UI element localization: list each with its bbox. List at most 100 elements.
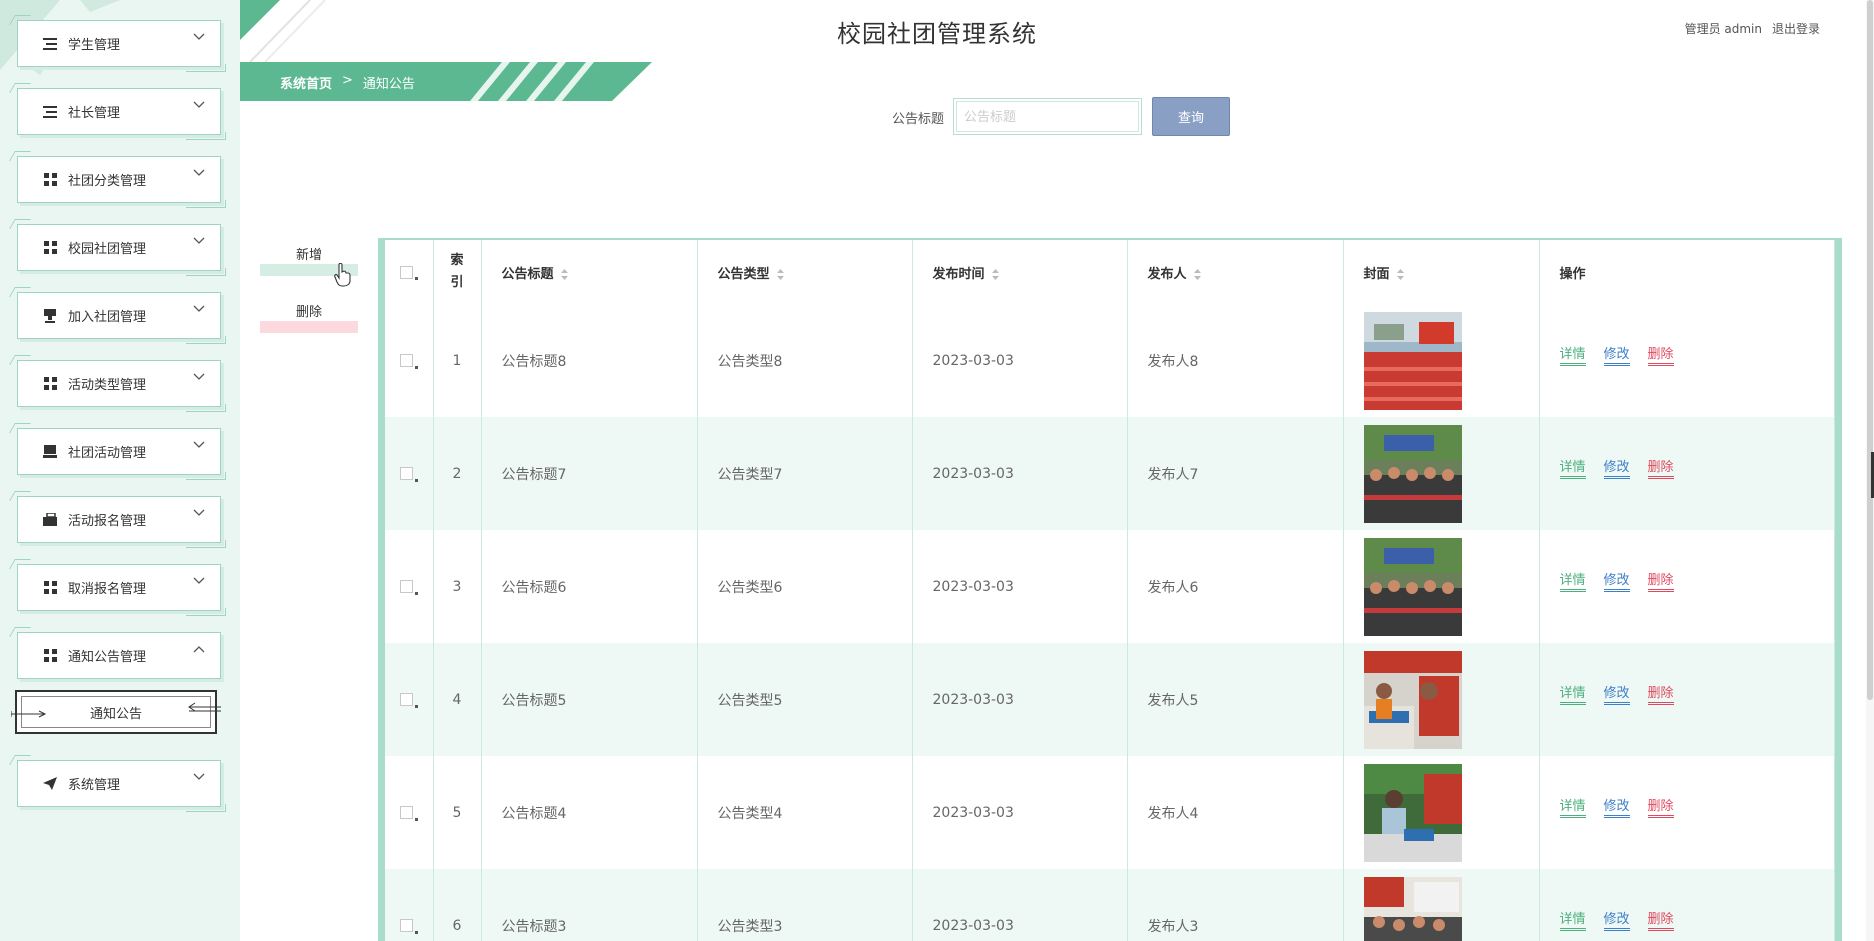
row-title: 公告标题3 — [481, 869, 698, 941]
delete-link[interactable]: 删除 — [1647, 795, 1674, 818]
table-row: 3 公告标题6 公告类型6 2023-03-03 发布人6 详情 修改 删除 — [385, 530, 1835, 643]
cover-image[interactable] — [1363, 537, 1462, 636]
sort-icon[interactable] — [560, 268, 569, 281]
menu-corner — [9, 627, 31, 637]
row-checkbox[interactable] — [399, 806, 413, 819]
row-index: 1 — [433, 304, 482, 417]
edit-link[interactable]: 修改 — [1603, 343, 1630, 366]
row-title: 公告标题4 — [481, 756, 698, 869]
sort-icon[interactable] — [1396, 268, 1405, 281]
detail-link[interactable]: 详情 — [1559, 908, 1586, 931]
row-type: 公告类型6 — [697, 530, 913, 643]
select-all-cell — [385, 240, 434, 304]
sort-icon[interactable] — [1193, 268, 1202, 281]
column-header-time[interactable]: 发布时间 — [912, 240, 1128, 304]
detail-link[interactable]: 详情 — [1559, 795, 1586, 818]
row-checkbox[interactable] — [399, 693, 413, 706]
sidebar-item-club-categories[interactable]: 社团分类管理 — [9, 151, 226, 208]
menu-corner — [186, 804, 226, 812]
sidebar-item-campus-clubs[interactable]: 校园社团管理 — [9, 219, 226, 276]
edit-link[interactable]: 修改 — [1603, 456, 1630, 479]
query-button[interactable]: 查询 — [1152, 97, 1230, 136]
menu-corner — [186, 608, 226, 616]
column-header-cover[interactable]: 封面 — [1343, 240, 1540, 304]
column-header-title[interactable]: 公告标题 — [481, 240, 698, 304]
scrollbar-thumb[interactable] — [1867, 0, 1873, 700]
row-cover-cell — [1343, 304, 1540, 417]
detail-link[interactable]: 详情 — [1559, 343, 1586, 366]
menu-corner — [186, 540, 226, 548]
sidebar-item-activity-types[interactable]: 活动类型管理 — [9, 355, 226, 412]
breadcrumb-home[interactable]: 系统首页 — [280, 73, 332, 92]
logout-link[interactable]: 退出登录 — [1772, 20, 1820, 37]
cover-image[interactable] — [1363, 424, 1462, 523]
row-type: 公告类型5 — [697, 643, 913, 756]
sidebar-subitem-notice[interactable]: 通知公告 — [11, 690, 221, 734]
row-cover-cell — [1343, 417, 1540, 530]
delete-link[interactable]: 删除 — [1647, 908, 1674, 931]
delete-link[interactable]: 删除 — [1647, 682, 1674, 705]
sidebar-item-activity-signup[interactable]: 活动报名管理 — [9, 491, 226, 548]
edit-link[interactable]: 修改 — [1603, 908, 1630, 931]
column-header-type[interactable]: 公告类型 — [697, 240, 913, 304]
dot-mark — [414, 276, 418, 280]
row-cover-cell — [1343, 643, 1540, 756]
sidebar-item-notices[interactable]: 通知公告管理 — [9, 627, 221, 679]
edit-link[interactable]: 修改 — [1603, 682, 1630, 705]
cover-image[interactable] — [1363, 763, 1462, 862]
delete-button[interactable]: 删除 — [260, 299, 358, 333]
row-actions: 详情 修改 删除 — [1539, 417, 1835, 530]
menu-corner — [9, 491, 31, 501]
detail-link[interactable]: 详情 — [1559, 682, 1586, 705]
delete-link[interactable]: 删除 — [1647, 343, 1674, 366]
row-publisher: 发布人3 — [1127, 869, 1344, 941]
breadcrumb: 系统首页 > 通知公告 — [240, 62, 652, 101]
sidebar-item-presidents[interactable]: 社长管理 — [9, 83, 226, 140]
arrow-decoration-icon — [11, 710, 47, 718]
sidebar-item-label: 活动类型管理 — [68, 378, 147, 393]
select-all-checkbox[interactable] — [399, 265, 413, 279]
column-header-publisher[interactable]: 发布人 — [1127, 240, 1344, 304]
row-checkbox[interactable] — [399, 467, 413, 480]
row-actions: 详情 修改 删除 — [1539, 869, 1835, 941]
sidebar-item-cancel-signup[interactable]: 取消报名管理 — [9, 559, 226, 616]
detail-link[interactable]: 详情 — [1559, 456, 1586, 479]
sort-icon[interactable] — [776, 268, 785, 281]
chevron-down-icon — [193, 577, 205, 584]
row-type: 公告类型3 — [697, 869, 913, 941]
row-select-cell — [385, 530, 434, 643]
menu-corner — [186, 472, 226, 480]
index-header-text: 索引 — [450, 253, 464, 290]
column-header-label: 公告类型 — [717, 266, 770, 282]
delete-link[interactable]: 删除 — [1647, 569, 1674, 592]
table-header-row: 索引 公告标题 公告类型 发布时间 发布人 封面 操作 — [385, 240, 1835, 304]
breadcrumb-current: 通知公告 — [362, 77, 415, 92]
cover-image[interactable] — [1363, 876, 1462, 941]
sidebar-item-join-club[interactable]: 加入社团管理 — [9, 287, 226, 344]
row-index: 3 — [433, 530, 482, 643]
sort-icon[interactable] — [991, 268, 1000, 281]
row-select-cell — [385, 643, 434, 756]
edit-link[interactable]: 修改 — [1603, 795, 1630, 818]
cover-image[interactable] — [1363, 311, 1462, 410]
search-input[interactable] — [953, 98, 1142, 135]
detail-link[interactable]: 详情 — [1559, 569, 1586, 592]
cover-image[interactable] — [1363, 650, 1462, 749]
menu-corner — [186, 404, 226, 412]
row-actions: 详情 修改 删除 — [1539, 643, 1835, 756]
row-time: 2023-03-03 — [912, 530, 1128, 643]
sidebar-item-system[interactable]: 系统管理 — [9, 755, 226, 812]
row-checkbox[interactable] — [399, 354, 413, 367]
edit-link[interactable]: 修改 — [1603, 569, 1630, 592]
column-header-label: 封面 — [1363, 266, 1390, 282]
user-area: 管理员 admin 退出登录 — [1685, 20, 1820, 37]
menu-corner — [186, 132, 226, 140]
menu-corner — [9, 559, 31, 569]
menu-corner — [9, 755, 31, 765]
row-checkbox[interactable] — [399, 919, 413, 932]
row-checkbox[interactable] — [399, 580, 413, 593]
sidebar-item-club-activities[interactable]: 社团活动管理 — [9, 423, 226, 480]
search-label: 公告标题 — [892, 112, 945, 127]
sidebar-item-label: 校园社团管理 — [68, 242, 147, 257]
delete-link[interactable]: 删除 — [1647, 456, 1674, 479]
